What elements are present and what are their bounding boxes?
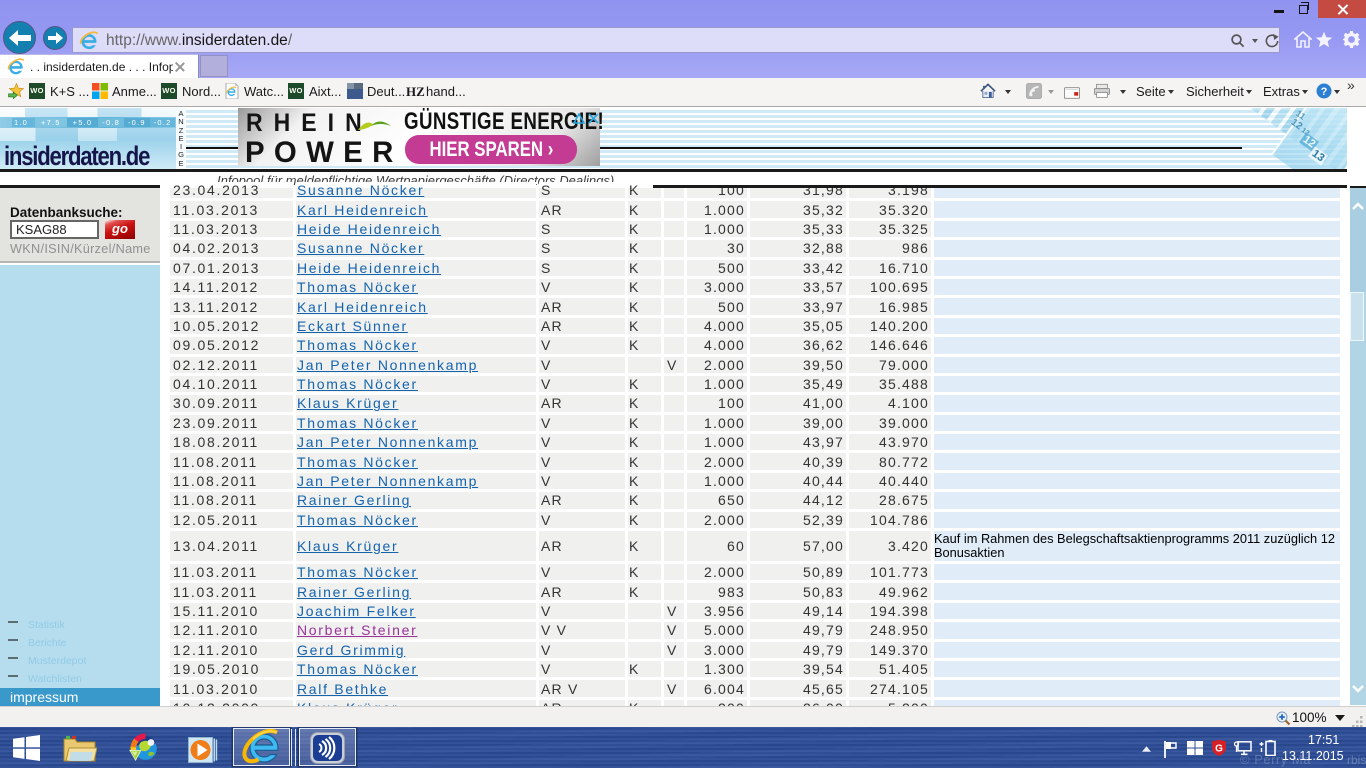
- svg-text:?: ?: [1321, 86, 1328, 98]
- svg-text:G: G: [1215, 744, 1223, 755]
